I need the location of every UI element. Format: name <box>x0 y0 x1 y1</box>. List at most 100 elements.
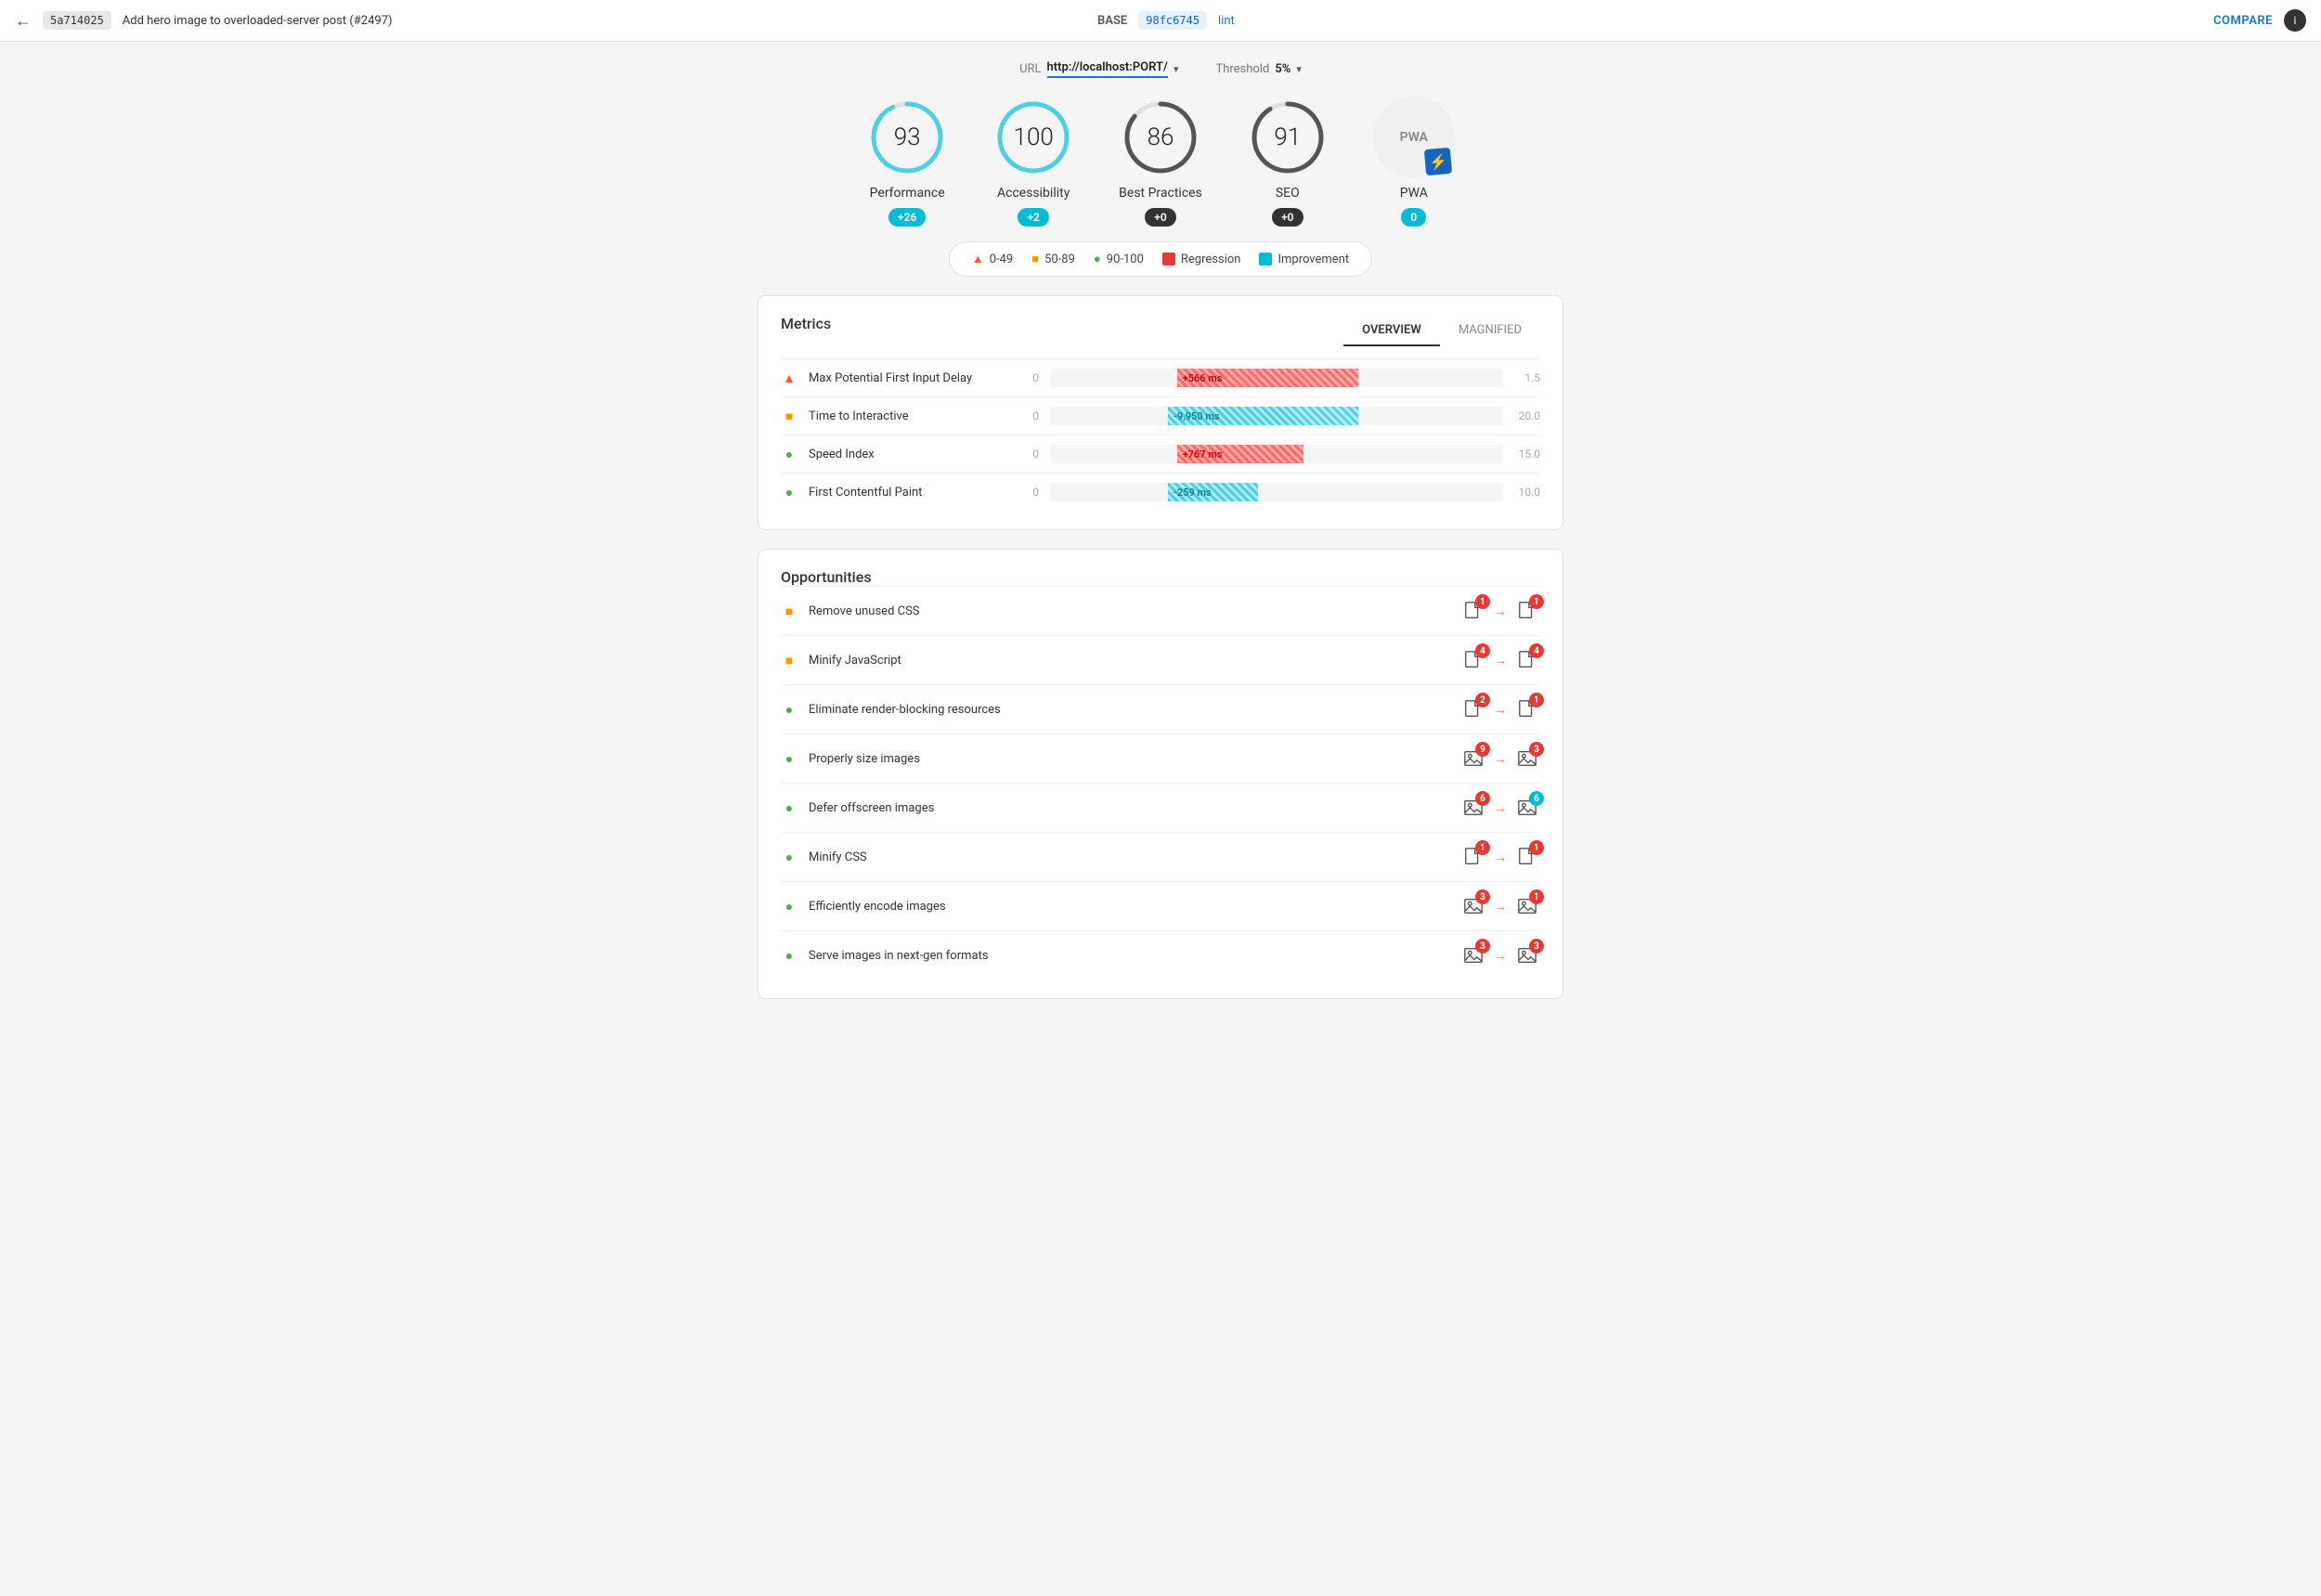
metric-row-speed: ● Speed Index 0 +767 ms 15.0 <box>781 435 1540 473</box>
seo-circle: 91 <box>1247 97 1329 178</box>
performance-badge: +26 <box>888 208 926 227</box>
compare-button[interactable]: COMPARE <box>2213 14 2273 28</box>
main-content: URL http://localhost:PORT/ ▾ Threshold 5… <box>743 42 1578 1036</box>
legend-triangle-icon: ▲ <box>972 252 984 266</box>
minify-css-arrow-icon: → <box>1494 850 1507 865</box>
defer-offscreen-arrow-icon: → <box>1494 800 1507 816</box>
legend-50-89-label: 50-89 <box>1044 253 1075 266</box>
accessibility-badge: +2 <box>1018 208 1048 227</box>
base-label: BASE <box>1097 14 1127 28</box>
unused-css-to-icon: 1 <box>1514 598 1540 624</box>
metric-row-fcp: ● First Contentful Paint 0 -259 ms 10.0 <box>781 473 1540 511</box>
pwa-text: PWA <box>1400 130 1428 145</box>
minify-css-to-icon: 1 <box>1514 844 1540 870</box>
tab-magnified[interactable]: MAGNIFIED <box>1440 316 1540 346</box>
legend-regression-color <box>1162 253 1175 266</box>
lint-label: lint <box>1218 14 1235 28</box>
properly-size-to-icon: 3 <box>1514 746 1540 772</box>
defer-offscreen-to-badge: 6 <box>1529 791 1544 806</box>
fcp-bar: -259 ms <box>1168 483 1259 501</box>
nextgen-from-badge: 3 <box>1475 939 1490 954</box>
fid-bar: +566 ms <box>1177 369 1358 387</box>
speed-magnified: 15.0 <box>1514 448 1540 461</box>
tab-overview[interactable]: OVERVIEW <box>1343 316 1440 346</box>
nextgen-from-icon: 3 <box>1460 942 1486 968</box>
unused-css-from-badge: 1 <box>1475 594 1490 609</box>
url-dropdown-arrow: ▾ <box>1173 63 1179 75</box>
nextgen-to-badge: 3 <box>1529 939 1544 954</box>
properly-size-to-badge: 3 <box>1529 742 1544 757</box>
tti-bar-wrap: -9,950 ms <box>1050 407 1503 425</box>
accessibility-score: 100 <box>1014 123 1054 151</box>
minify-js-name: Minify JavaScript <box>809 654 1449 668</box>
defer-offscreen-indicator: ● <box>781 800 797 816</box>
nextgen-indicator: ● <box>781 948 797 964</box>
render-blocking-from-icon: 2 <box>1460 696 1486 722</box>
accessibility-label: Accessibility <box>997 186 1070 201</box>
scores-row: 93 Performance +26 100 Accessibility +2 <box>758 97 1563 227</box>
properly-size-from-icon: 9 <box>1460 746 1486 772</box>
pwa-badge: 0 <box>1401 208 1426 227</box>
tti-indicator: ■ <box>781 409 797 424</box>
defer-offscreen-to-icon: 6 <box>1514 795 1540 821</box>
properly-size-name: Properly size images <box>809 752 1449 766</box>
pwa-lightning-icon: ⚡ <box>1424 148 1452 175</box>
opp-row-unused-css: ■ Remove unused CSS 1 → 1 <box>781 586 1540 635</box>
threshold-selector[interactable]: Threshold 5% ▾ <box>1215 62 1301 76</box>
opp-row-minify-js: ■ Minify JavaScript 4 → 4 <box>781 635 1540 684</box>
opp-row-nextgen: ● Serve images in next-gen formats 3 → 3 <box>781 930 1540 980</box>
minify-css-from-icon: 1 <box>1460 844 1486 870</box>
defer-offscreen-icons: 6 → 6 <box>1460 795 1540 821</box>
back-button[interactable]: ← <box>15 11 32 31</box>
speed-indicator: ● <box>781 447 797 462</box>
threshold-value: 5% <box>1275 62 1290 76</box>
unused-css-indicator: ■ <box>781 603 797 619</box>
url-selector[interactable]: URL http://localhost:PORT/ ▾ <box>1019 60 1178 78</box>
legend-square-icon: ■ <box>1031 252 1039 266</box>
compare-commit-badge[interactable]: 98fc6745 <box>1138 11 1207 30</box>
encode-images-indicator: ● <box>781 899 797 915</box>
minify-css-icons: 1 → 1 <box>1460 844 1540 870</box>
legend-90-100-label: 90-100 <box>1107 253 1144 266</box>
speed-bar-wrap: +767 ms <box>1050 445 1503 463</box>
speed-name: Speed Index <box>809 448 1013 461</box>
minify-js-indicator: ■ <box>781 653 797 668</box>
render-blocking-arrow-icon: → <box>1494 702 1507 718</box>
legend-regression-label: Regression <box>1181 253 1241 266</box>
encode-images-icons: 3 → 1 <box>1460 893 1540 919</box>
fcp-bar-wrap: -259 ms <box>1050 483 1503 501</box>
render-blocking-to-icon: 1 <box>1514 696 1540 722</box>
fid-bar-wrap: +566 ms <box>1050 369 1503 387</box>
tti-name: Time to Interactive <box>809 409 1013 423</box>
encode-images-arrow-icon: → <box>1494 899 1507 915</box>
render-blocking-name: Eliminate render-blocking resources <box>809 703 1449 717</box>
score-best-practices: 86 Best Practices +0 <box>1119 97 1202 227</box>
fcp-zero: 0 <box>1024 486 1039 499</box>
base-commit-badge: 5a714025 <box>43 11 111 30</box>
best-practices-label: Best Practices <box>1119 186 1202 201</box>
encode-images-to-icon: 1 <box>1514 893 1540 919</box>
nextgen-arrow-icon: → <box>1494 948 1507 964</box>
defer-offscreen-from-icon: 6 <box>1460 795 1486 821</box>
minify-js-to-icon: 4 <box>1514 647 1540 673</box>
legend-improvement: Improvement <box>1259 253 1349 266</box>
metric-row-fid: ▲ Max Potential First Input Delay 0 +566… <box>781 358 1540 396</box>
commit-title: Add hero image to overloaded-server post… <box>123 14 1079 28</box>
score-accessibility: 100 Accessibility +2 <box>992 97 1074 227</box>
speed-zero: 0 <box>1024 448 1039 461</box>
seo-score: 91 <box>1274 123 1301 151</box>
unused-css-name: Remove unused CSS <box>809 604 1449 618</box>
fcp-name: First Contentful Paint <box>809 486 1013 500</box>
encode-images-to-badge: 1 <box>1529 889 1544 904</box>
best-practices-badge: +0 <box>1145 208 1175 227</box>
unused-css-to-badge: 1 <box>1529 594 1544 609</box>
nextgen-name: Serve images in next-gen formats <box>809 949 1449 963</box>
seo-badge: +0 <box>1272 208 1303 227</box>
best-practices-circle: 86 <box>1120 97 1201 178</box>
properly-size-from-badge: 9 <box>1475 742 1490 757</box>
legend-circle-icon: ● <box>1094 252 1101 266</box>
minify-js-arrow-icon: → <box>1494 653 1507 668</box>
info-button[interactable]: i <box>2284 9 2306 32</box>
seo-label: SEO <box>1276 186 1300 201</box>
minify-css-from-badge: 1 <box>1475 840 1490 855</box>
